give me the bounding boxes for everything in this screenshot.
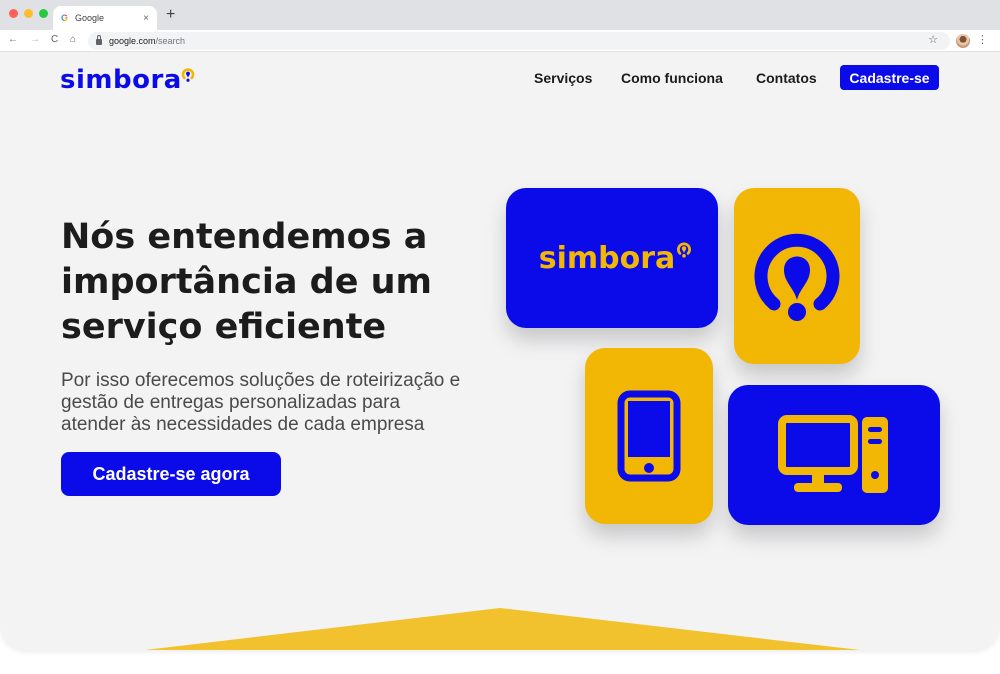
logo-card-wordmark: simbora xyxy=(538,240,676,276)
close-window-button[interactable] xyxy=(9,9,18,18)
home-icon[interactable]: ⌂ xyxy=(70,34,76,45)
hero-title: Nós entendemos a importância de um servi… xyxy=(61,215,481,350)
hero-subtitle-line: atender às necessidades de cada empresa xyxy=(61,414,425,435)
forward-arrow-icon[interactable]: → xyxy=(30,34,40,45)
minimize-window-button[interactable] xyxy=(24,9,33,18)
url-path: /search xyxy=(155,36,186,46)
url-host: google.com xyxy=(109,36,156,46)
nav-link-servicos[interactable]: Serviços xyxy=(534,70,592,86)
signup-now-button[interactable]: Cadastre-se agora xyxy=(61,452,281,496)
desktop-computer-icon xyxy=(778,415,888,493)
tab-close-icon[interactable]: × xyxy=(143,13,149,24)
nav-link-contatos[interactable]: Contatos xyxy=(756,70,817,86)
browser-window: G Google × + ← → C ⌂ google.com/search ☆… xyxy=(0,0,1000,650)
hero-subtitle-line: Por isso oferecemos soluções de roteiriz… xyxy=(61,370,461,391)
maximize-window-button[interactable] xyxy=(39,9,48,18)
tab-title: Google xyxy=(75,13,105,23)
hero-subtitle-line: gestão de entregas personalizadas para xyxy=(61,392,401,413)
hero-title-line: serviço eficiente xyxy=(61,307,387,347)
lock-icon xyxy=(96,35,102,45)
logo-card-pin-icon xyxy=(677,242,691,258)
computer-card xyxy=(728,385,940,525)
site-header: simbora Serviços Como funciona Contatos … xyxy=(0,52,1000,102)
decorative-yellow-wedge xyxy=(145,608,860,650)
tab-bar: G Google × + xyxy=(0,0,1000,30)
profile-avatar[interactable] xyxy=(956,34,970,48)
nav-link-como-funciona[interactable]: Como funciona xyxy=(621,70,723,86)
hero-subtitle: Por isso oferecemos soluções de roteiriz… xyxy=(61,370,501,436)
address-bar[interactable]: google.com/search xyxy=(88,32,950,50)
browser-toolbar: ← → C ⌂ google.com/search ☆ ⋮ xyxy=(0,30,1000,52)
logo-card: simbora xyxy=(506,188,718,328)
smartphone-icon xyxy=(617,390,681,482)
window-controls xyxy=(9,9,48,18)
browser-menu-icon[interactable]: ⋮ xyxy=(977,33,988,46)
new-tab-button[interactable]: + xyxy=(166,6,175,24)
hero-title-line: Nós entendemos a xyxy=(61,217,428,257)
logo-wordmark: simbora xyxy=(60,65,182,95)
back-arrow-icon[interactable]: ← xyxy=(8,34,18,45)
map-pin-icon xyxy=(754,233,840,321)
signup-nav-button[interactable]: Cadastre-se xyxy=(840,65,939,90)
hero-title-line: importância de um xyxy=(61,262,433,302)
brand-logo[interactable]: simbora xyxy=(60,65,195,95)
google-favicon-icon: G xyxy=(61,13,69,23)
bookmark-star-icon[interactable]: ☆ xyxy=(928,33,938,46)
logo-pin-icon xyxy=(181,68,195,82)
browser-tab[interactable]: G Google × xyxy=(53,6,157,30)
map-pin-card xyxy=(734,188,860,364)
smartphone-card xyxy=(585,348,713,524)
reload-icon[interactable]: C xyxy=(51,34,58,45)
